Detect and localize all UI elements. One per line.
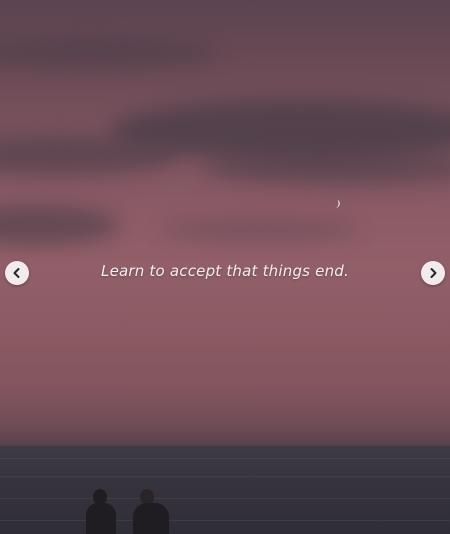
cloud bbox=[0, 38, 220, 68]
post-image-viewer: Learn to accept that things end. bbox=[0, 0, 450, 534]
chevron-right-icon bbox=[430, 268, 437, 278]
crescent-moon-icon bbox=[336, 199, 340, 209]
image-caption: Learn to accept that things end. bbox=[101, 262, 349, 280]
cloud bbox=[200, 150, 450, 185]
chevron-left-icon bbox=[13, 268, 20, 278]
next-image-button[interactable] bbox=[421, 261, 445, 285]
wave-line bbox=[0, 520, 450, 521]
cloud bbox=[160, 220, 360, 240]
previous-image-button[interactable] bbox=[5, 261, 29, 285]
wave-line bbox=[0, 498, 450, 499]
wave-line bbox=[0, 476, 450, 477]
cloud bbox=[0, 205, 120, 245]
horizon-glow bbox=[0, 300, 450, 440]
wave-line bbox=[0, 458, 450, 459]
sea bbox=[0, 446, 450, 534]
